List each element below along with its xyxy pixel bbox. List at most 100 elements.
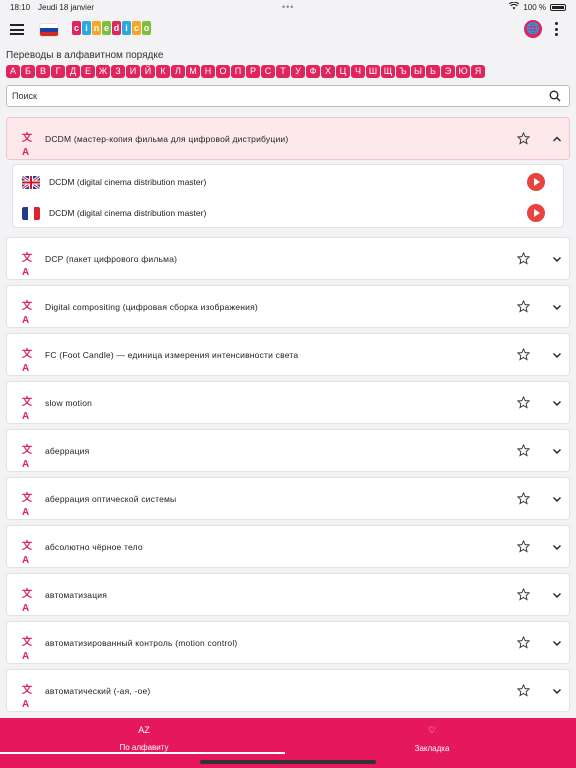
alphabet-letter-button[interactable]: Я	[471, 65, 485, 78]
alphabet-letter-button[interactable]: Э	[441, 65, 455, 78]
tab-bar: AZ По алфавиту ♡ Закладка	[0, 718, 576, 768]
alphabet-letter-button[interactable]: Ш	[366, 65, 380, 78]
chevron-down-icon[interactable]	[552, 398, 562, 408]
bookmark-star-icon[interactable]	[517, 300, 530, 313]
term-item[interactable]: 文A FC (Foot Candle) — единица измерения и…	[6, 333, 570, 376]
chevron-down-icon[interactable]	[552, 446, 562, 456]
translate-icon: 文A	[22, 589, 32, 614]
term-item[interactable]: 文A аберрация оптической системы	[6, 477, 570, 520]
globe-icon[interactable]: 🌐	[524, 20, 542, 38]
bookmark-star-icon[interactable]	[517, 492, 530, 505]
alphabet-letter-button[interactable]: Ъ	[396, 65, 410, 78]
flag-ru-icon[interactable]	[40, 24, 58, 36]
term-item[interactable]: 文A автоматизация	[6, 573, 570, 616]
alphabet-letter-button[interactable]: Р	[246, 65, 260, 78]
term-list: 文A DCDM (мастер-копия фильма для цифрово…	[6, 117, 570, 717]
term-label: аберрация оптической системы	[45, 493, 177, 504]
alphabet-letter-button[interactable]: Д	[66, 65, 80, 78]
play-audio-button[interactable]	[527, 204, 545, 222]
bookmark-star-icon[interactable]	[517, 252, 530, 265]
alphabet-letter-button[interactable]: Ц	[336, 65, 350, 78]
alphabet-letter-button[interactable]: М	[186, 65, 200, 78]
heart-icon: ♡	[427, 725, 437, 735]
section-title: Переводы в алфавитном порядке	[6, 50, 164, 61]
status-date: Jeudi 18 janvier	[38, 2, 95, 12]
alphabet-letter-button[interactable]: Т	[276, 65, 290, 78]
bookmark-star-icon[interactable]	[517, 636, 530, 649]
chevron-up-icon[interactable]	[552, 134, 562, 144]
bookmark-star-icon[interactable]	[517, 396, 530, 409]
alphabet-letter-button[interactable]: Л	[171, 65, 185, 78]
alphabet-letter-button[interactable]: И	[126, 65, 140, 78]
translate-icon: 文A	[22, 349, 32, 374]
term-item[interactable]: 文A автоматизированный контроль (motion co…	[6, 621, 570, 664]
home-indicator[interactable]	[200, 760, 376, 764]
term-item[interactable]: 文A DCP (пакет цифрового фильма)	[6, 237, 570, 280]
chevron-down-icon[interactable]	[552, 494, 562, 504]
alphabet-letter-button[interactable]: О	[216, 65, 230, 78]
menu-icon[interactable]	[10, 24, 24, 35]
translate-icon: 文A	[22, 637, 32, 662]
bookmark-star-icon[interactable]	[517, 132, 530, 145]
alphabet-letter-button[interactable]: К	[156, 65, 170, 78]
multitask-dots-icon[interactable]: •••	[282, 2, 294, 12]
term-item[interactable]: 文A аберрация	[6, 429, 570, 472]
status-time: 18:10	[10, 2, 31, 12]
term-item[interactable]: 文A автоматический (-ая, -ое)	[6, 669, 570, 712]
bookmark-star-icon[interactable]	[517, 540, 530, 553]
bookmark-star-icon[interactable]	[517, 348, 530, 361]
term-label: FC (Foot Candle) — единица измерения инт…	[45, 349, 299, 360]
translate-icon: 文A	[22, 301, 32, 326]
alphabet-letter-button[interactable]: Ь	[426, 65, 440, 78]
logo-letter: e	[102, 21, 111, 35]
term-item[interactable]: 文A Digital compositing (цифровая сборка и…	[6, 285, 570, 328]
alphabet-letter-button[interactable]: Ф	[306, 65, 320, 78]
term-item[interactable]: 文A slow motion	[6, 381, 570, 424]
bookmark-star-icon[interactable]	[517, 684, 530, 697]
search-input[interactable]	[12, 91, 532, 101]
chevron-down-icon[interactable]	[552, 254, 562, 264]
alphabet-letter-button[interactable]: Е	[81, 65, 95, 78]
alphabet-letter-button[interactable]: П	[231, 65, 245, 78]
bookmark-star-icon[interactable]	[517, 444, 530, 457]
chevron-down-icon[interactable]	[552, 302, 562, 312]
play-audio-button[interactable]	[527, 173, 545, 191]
term-item-expanded[interactable]: 文A DCDM (мастер-копия фильма для цифрово…	[6, 117, 570, 160]
status-bar: 18:10 Jeudi 18 janvier ••• 100 %	[0, 0, 576, 14]
chevron-down-icon[interactable]	[552, 350, 562, 360]
alphabet-letter-button[interactable]: Г	[51, 65, 65, 78]
alphabet-letter-button[interactable]: Б	[21, 65, 35, 78]
active-tab-indicator	[0, 752, 285, 754]
alphabet-letter-button[interactable]: У	[291, 65, 305, 78]
chevron-down-icon[interactable]	[552, 638, 562, 648]
alphabet-letter-button[interactable]: В	[36, 65, 50, 78]
chevron-down-icon[interactable]	[552, 686, 562, 696]
alphabet-letter-button[interactable]: Н	[201, 65, 215, 78]
chevron-down-icon[interactable]	[552, 590, 562, 600]
bookmark-star-icon[interactable]	[517, 588, 530, 601]
tab-bookmarks[interactable]: ♡ Закладка	[288, 718, 576, 758]
alphabet-sort-icon: AZ	[138, 725, 150, 735]
alphabet-letter-button[interactable]: З	[111, 65, 125, 78]
alphabet-letter-button[interactable]: Ж	[96, 65, 110, 78]
term-label: автоматический (-ая, -ое)	[45, 685, 151, 696]
term-item[interactable]: 文A абсолютно чёрное тело	[6, 525, 570, 568]
logo-letter: c	[132, 21, 141, 35]
alphabet-letter-button[interactable]: Ы	[411, 65, 425, 78]
flag-uk-icon	[22, 175, 40, 189]
logo-letter: o	[142, 21, 151, 35]
alphabet-letter-button[interactable]: Ч	[351, 65, 365, 78]
alphabet-letter-button[interactable]: С	[261, 65, 275, 78]
logo-letter: c	[72, 21, 81, 35]
chevron-down-icon[interactable]	[552, 542, 562, 552]
alphabet-letter-button[interactable]: А	[6, 65, 20, 78]
alphabet-letter-button[interactable]: Ю	[456, 65, 470, 78]
term-label: аберрация	[45, 445, 90, 456]
alphabet-letter-button[interactable]: Х	[321, 65, 335, 78]
translate-icon: 文A	[22, 445, 32, 470]
alphabet-letter-button[interactable]: Й	[141, 65, 155, 78]
alphabet-letter-button[interactable]: Щ	[381, 65, 395, 78]
search-icon[interactable]	[549, 90, 561, 102]
search-bar[interactable]	[6, 85, 570, 107]
more-options-icon[interactable]	[553, 22, 559, 36]
